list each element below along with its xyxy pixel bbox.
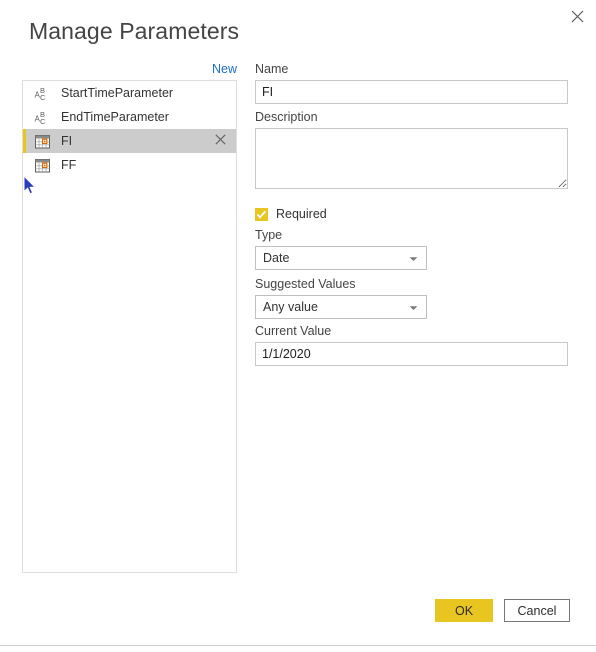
list-item-label: FF xyxy=(61,157,77,172)
description-input[interactable] xyxy=(255,128,568,189)
list-item-label: StartTimeParameter xyxy=(61,85,174,100)
cancel-button[interactable]: Cancel xyxy=(504,599,570,622)
svg-text:C: C xyxy=(40,117,46,126)
name-label: Name xyxy=(255,62,289,76)
remove-parameter-button[interactable] xyxy=(215,129,226,153)
parameter-list[interactable]: A B C StartTimeParameter A B C EndTimePa… xyxy=(22,80,237,573)
description-field-group: Description xyxy=(255,110,568,189)
list-item[interactable]: FI xyxy=(23,129,236,153)
current-value-field-group: Current Value xyxy=(255,324,568,366)
close-icon xyxy=(215,132,226,150)
chevron-down-icon xyxy=(409,249,418,267)
page-title: Manage Parameters xyxy=(29,18,240,44)
footer-divider xyxy=(0,645,596,646)
dialog-footer: OK Cancel xyxy=(0,599,596,623)
required-label: Required xyxy=(276,207,327,221)
list-item[interactable]: A B C EndTimeParameter xyxy=(23,105,236,129)
description-label: Description xyxy=(255,110,318,124)
required-field-group: Required xyxy=(255,207,327,221)
close-button[interactable] xyxy=(562,2,592,30)
suggested-values-field-group: Suggested Values Any value xyxy=(255,277,427,319)
suggested-values-dropdown-value: Any value xyxy=(263,300,318,314)
suggested-values-dropdown[interactable]: Any value xyxy=(255,295,427,319)
list-item-label: FI xyxy=(61,133,73,148)
ok-button[interactable]: OK xyxy=(435,599,493,622)
name-input[interactable] xyxy=(255,80,568,104)
type-field-group: Type Date xyxy=(255,228,427,270)
type-dropdown-value: Date xyxy=(263,251,290,265)
abc-text-type-icon: A B C xyxy=(34,109,51,126)
abc-text-type-icon: A B C xyxy=(34,85,51,102)
svg-text:C: C xyxy=(40,93,46,102)
chevron-down-icon xyxy=(409,298,418,316)
current-value-label: Current Value xyxy=(255,324,332,338)
selection-indicator xyxy=(23,129,26,153)
calendar-date-type-icon xyxy=(34,133,51,150)
list-item[interactable]: FF xyxy=(23,153,236,177)
list-item-label: EndTimeParameter xyxy=(61,109,169,124)
manage-parameters-dialog: Manage Parameters New A B C StartTimePar… xyxy=(0,0,596,652)
suggested-values-label: Suggested Values xyxy=(255,277,356,291)
new-parameter-link[interactable]: New xyxy=(197,62,237,76)
list-item[interactable]: A B C StartTimeParameter xyxy=(23,81,236,105)
calendar-date-type-icon xyxy=(34,157,51,174)
type-dropdown[interactable]: Date xyxy=(255,246,427,270)
checkmark-icon xyxy=(255,207,268,221)
close-icon xyxy=(571,10,584,23)
current-value-input[interactable] xyxy=(255,342,568,366)
name-field-group: Name xyxy=(255,62,568,104)
type-label: Type xyxy=(255,228,283,242)
required-checkbox[interactable]: Required xyxy=(255,207,327,221)
